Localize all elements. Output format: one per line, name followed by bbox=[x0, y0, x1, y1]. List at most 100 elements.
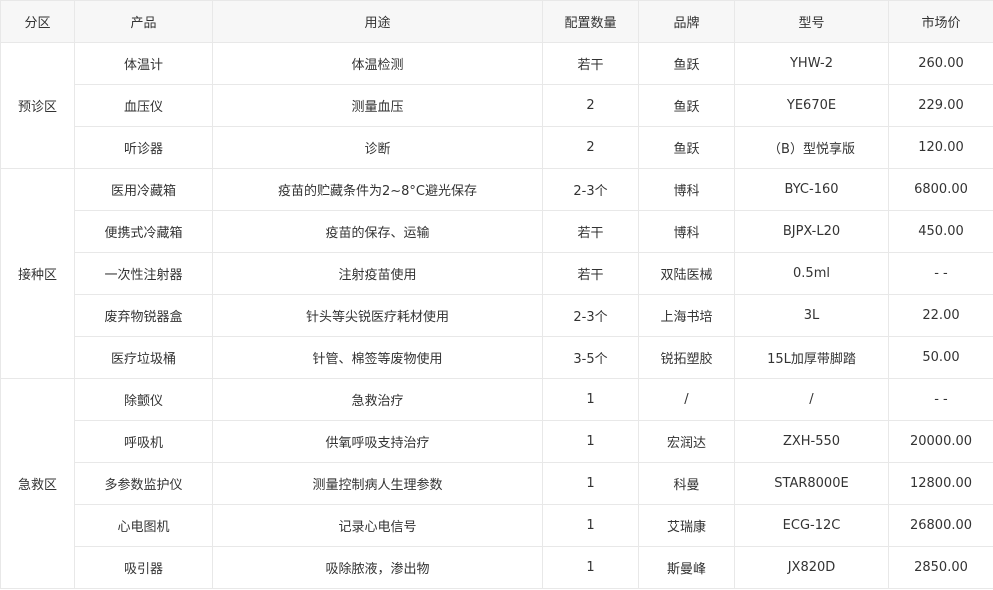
brand-cell: 锐拓塑胶 bbox=[638, 336, 735, 379]
model-cell: STAR8000E bbox=[734, 462, 889, 505]
product-cell: 一次性注射器 bbox=[74, 252, 213, 295]
usage-cell: 体温检测 bbox=[212, 42, 543, 85]
table-row: 急救区 除颤仪 急救治疗 1 / / - - bbox=[0, 378, 993, 589]
usage-cell: 针管、棉签等废物使用 bbox=[212, 336, 543, 379]
quantity-cell: 1 bbox=[542, 420, 639, 463]
quantity-cell: 1 bbox=[542, 462, 639, 505]
quantity-cell: 若干 bbox=[542, 210, 639, 253]
model-cell: （B）型悦享版 bbox=[734, 126, 889, 169]
model-cell: BYC-160 bbox=[734, 168, 889, 211]
price-cell: 6800.00 bbox=[888, 168, 993, 211]
model-cell: / bbox=[734, 378, 889, 421]
brand-cell: 博科 bbox=[638, 210, 735, 253]
zone-cell: 急救区 bbox=[0, 378, 75, 589]
quantity-cell: 若干 bbox=[542, 252, 639, 295]
header-quantity: 配置数量 bbox=[542, 0, 639, 43]
product-cell: 体温计 bbox=[74, 42, 213, 85]
usage-cell: 测量血压 bbox=[212, 84, 543, 127]
brand-cell: 宏润达 bbox=[638, 420, 735, 463]
model-cell: 15L加厚带脚踏 bbox=[734, 336, 889, 379]
usage-cell: 针头等尖锐医疗耗材使用 bbox=[212, 294, 543, 337]
usage-cell: 注射疫苗使用 bbox=[212, 252, 543, 295]
product-cell: 呼吸机 bbox=[74, 420, 213, 463]
brand-cell: 科曼 bbox=[638, 462, 735, 505]
equipment-table: 分区 产品 用途 配置数量 品牌 型号 市场价 预诊区 体温计 体温检测 若干 … bbox=[0, 0, 993, 589]
quantity-cell: 2-3个 bbox=[542, 168, 639, 211]
brand-cell: 鱼跃 bbox=[638, 126, 735, 169]
price-cell: 229.00 bbox=[888, 84, 993, 127]
model-cell: BJPX-L20 bbox=[734, 210, 889, 253]
product-cell: 吸引器 bbox=[74, 546, 213, 589]
usage-cell: 吸除脓液，渗出物 bbox=[212, 546, 543, 589]
table-row: 呼吸机 供氧呼吸支持治疗 1 宏润达 ZXH-550 20000.00 bbox=[1, 420, 993, 463]
quantity-cell: 若干 bbox=[542, 42, 639, 85]
price-cell: 22.00 bbox=[888, 294, 993, 337]
table-row: 接种区 医用冷藏箱 疫苗的贮藏条件为2~8°C避光保存 2-3个 博科 BYC-… bbox=[0, 168, 993, 379]
product-cell: 便携式冷藏箱 bbox=[74, 210, 213, 253]
product-cell: 多参数监护仪 bbox=[74, 462, 213, 505]
brand-cell: 斯曼峰 bbox=[638, 546, 735, 589]
model-cell: YE670E bbox=[734, 84, 889, 127]
brand-cell: / bbox=[638, 378, 735, 421]
table-row: 多参数监护仪 测量控制病人生理参数 1 科曼 STAR8000E 12800.0… bbox=[1, 462, 993, 505]
model-cell: ZXH-550 bbox=[734, 420, 889, 463]
usage-cell: 记录心电信号 bbox=[212, 504, 543, 547]
table-row: 一次性注射器 注射疫苗使用 若干 双陆医械 0.5ml - - bbox=[1, 252, 993, 295]
product-cell: 心电图机 bbox=[74, 504, 213, 547]
quantity-cell: 3-5个 bbox=[542, 336, 639, 379]
brand-cell: 艾瑞康 bbox=[638, 504, 735, 547]
usage-cell: 测量控制病人生理参数 bbox=[212, 462, 543, 505]
price-cell: 450.00 bbox=[888, 210, 993, 253]
price-cell: 20000.00 bbox=[888, 420, 993, 463]
product-cell: 除颤仪 bbox=[74, 378, 213, 421]
quantity-cell: 2 bbox=[542, 126, 639, 169]
price-cell: - - bbox=[888, 252, 993, 295]
header-model: 型号 bbox=[734, 0, 889, 43]
quantity-cell: 1 bbox=[542, 504, 639, 547]
usage-cell: 疫苗的保存、运输 bbox=[212, 210, 543, 253]
model-cell: YHW-2 bbox=[734, 42, 889, 85]
model-cell: 0.5ml bbox=[734, 252, 889, 295]
table-row: 听诊器 诊断 2 鱼跃 （B）型悦享版 120.00 bbox=[1, 126, 993, 169]
usage-cell: 疫苗的贮藏条件为2~8°C避光保存 bbox=[212, 168, 543, 211]
model-cell: ECG-12C bbox=[734, 504, 889, 547]
product-cell: 听诊器 bbox=[74, 126, 213, 169]
brand-cell: 双陆医械 bbox=[638, 252, 735, 295]
product-cell: 废弃物锐器盒 bbox=[74, 294, 213, 337]
product-cell: 医疗垃圾桶 bbox=[74, 336, 213, 379]
usage-cell: 供氧呼吸支持治疗 bbox=[212, 420, 543, 463]
price-cell: - - bbox=[888, 378, 993, 421]
header-usage: 用途 bbox=[212, 0, 543, 43]
header-row: 分区 产品 用途 配置数量 品牌 型号 市场价 bbox=[0, 0, 993, 43]
price-cell: 12800.00 bbox=[888, 462, 993, 505]
usage-cell: 诊断 bbox=[212, 126, 543, 169]
table-row: 吸引器 吸除脓液，渗出物 1 斯曼峰 JX820D 2850.00 bbox=[1, 546, 993, 589]
model-cell: JX820D bbox=[734, 546, 889, 589]
quantity-cell: 2 bbox=[542, 84, 639, 127]
product-cell: 血压仪 bbox=[74, 84, 213, 127]
price-cell: 26800.00 bbox=[888, 504, 993, 547]
zone-cell: 预诊区 bbox=[0, 42, 75, 169]
table-row: 心电图机 记录心电信号 1 艾瑞康 ECG-12C 26800.00 bbox=[1, 504, 993, 547]
quantity-cell: 1 bbox=[542, 378, 639, 421]
brand-cell: 鱼跃 bbox=[638, 42, 735, 85]
table-row: 医疗垃圾桶 针管、棉签等废物使用 3-5个 锐拓塑胶 15L加厚带脚踏 50.0… bbox=[1, 336, 993, 379]
table-row: 预诊区 体温计 体温检测 若干 鱼跃 YHW-2 260.00 bbox=[0, 42, 993, 169]
header-product: 产品 bbox=[74, 0, 213, 43]
table-row: 废弃物锐器盒 针头等尖锐医疗耗材使用 2-3个 上海书培 3L 22.00 bbox=[1, 294, 993, 337]
quantity-cell: 2-3个 bbox=[542, 294, 639, 337]
price-cell: 2850.00 bbox=[888, 546, 993, 589]
header-price: 市场价 bbox=[888, 0, 993, 43]
quantity-cell: 1 bbox=[542, 546, 639, 589]
table-row: 便携式冷藏箱 疫苗的保存、运输 若干 博科 BJPX-L20 450.00 bbox=[1, 210, 993, 253]
price-cell: 50.00 bbox=[888, 336, 993, 379]
price-cell: 260.00 bbox=[888, 42, 993, 85]
brand-cell: 鱼跃 bbox=[638, 84, 735, 127]
header-brand: 品牌 bbox=[638, 0, 735, 43]
zone-cell: 接种区 bbox=[0, 168, 75, 379]
price-cell: 120.00 bbox=[888, 126, 993, 169]
product-cell: 医用冷藏箱 bbox=[74, 168, 213, 211]
usage-cell: 急救治疗 bbox=[212, 378, 543, 421]
brand-cell: 博科 bbox=[638, 168, 735, 211]
table-row: 血压仪 测量血压 2 鱼跃 YE670E 229.00 bbox=[1, 84, 993, 127]
